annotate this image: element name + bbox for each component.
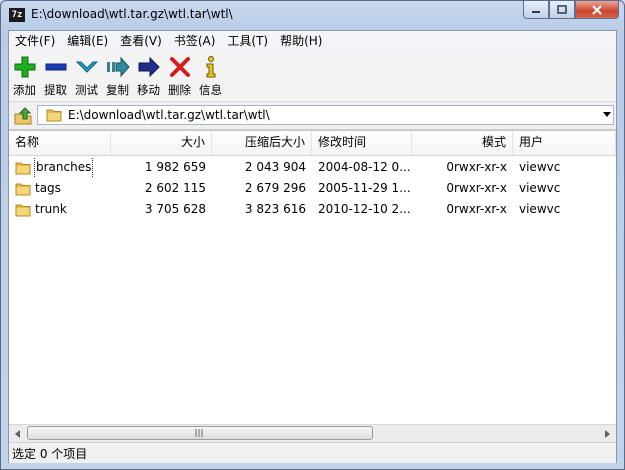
delete-label: 删除 xyxy=(168,83,191,97)
menu-bookmarks[interactable]: 书签(A) xyxy=(168,31,222,51)
extract-label: 提取 xyxy=(44,83,67,97)
status-bar: 选定 0 个项目 xyxy=(9,442,616,463)
delete-button[interactable]: 删除 xyxy=(164,51,195,101)
menu-view[interactable]: 查看(V) xyxy=(114,31,168,51)
chevron-right-icon xyxy=(604,429,610,438)
move-label: 移动 xyxy=(137,83,160,97)
scroll-right-button[interactable] xyxy=(599,425,616,442)
test-icon xyxy=(75,61,98,73)
address-bar: E:\download\wtl.tar.gz\wtl.tar\wtl\ xyxy=(9,102,616,130)
chevron-left-icon xyxy=(14,429,20,438)
menu-edit[interactable]: 编辑(E) xyxy=(61,31,114,51)
add-label: 添加 xyxy=(13,83,36,97)
packed-size-cell: 3 823 616 xyxy=(244,202,306,216)
menu-tools[interactable]: 工具(T) xyxy=(221,31,274,51)
move-button[interactable]: 移动 xyxy=(133,51,164,101)
test-button[interactable]: 测试 xyxy=(71,51,102,101)
extract-icon xyxy=(45,63,66,71)
copy-icon xyxy=(106,56,130,78)
packed-size-cell: 2 043 904 xyxy=(244,160,306,174)
up-arrow-icon xyxy=(14,107,32,125)
horizontal-scrollbar[interactable] xyxy=(9,424,616,442)
scrollbar-thumb[interactable] xyxy=(27,426,373,440)
client-area: 文件(F) 编辑(E) 查看(V) 书签(A) 工具(T) 帮助(H) 添加 提… xyxy=(8,30,617,463)
address-path: E:\download\wtl.tar.gz\wtl.tar\wtl\ xyxy=(68,108,270,122)
packed-size-cell: 2 679 296 xyxy=(244,181,306,195)
user-cell: viewvc xyxy=(519,160,561,174)
folder-icon xyxy=(15,162,31,174)
name-cell: branches xyxy=(9,157,111,178)
delete-icon xyxy=(169,57,190,77)
add-icon xyxy=(14,56,35,78)
title-bar[interactable]: 7z E:\download\wtl.tar.gz\wtl.tar\wtl\ xyxy=(1,1,624,30)
address-input[interactable]: E:\download\wtl.tar.gz\wtl.tar\wtl\ xyxy=(37,105,614,125)
name-cell: trunk xyxy=(9,199,111,220)
folder-icon xyxy=(46,109,62,122)
menu-bar: 文件(F) 编辑(E) 查看(V) 书签(A) 工具(T) 帮助(H) xyxy=(9,31,616,51)
chevron-down-icon[interactable] xyxy=(603,112,611,117)
menu-help[interactable]: 帮助(H) xyxy=(274,31,328,51)
grip-icon xyxy=(195,429,203,437)
up-folder-button[interactable] xyxy=(13,106,33,126)
column-packed-size[interactable]: 压缩后大小 xyxy=(212,131,312,155)
status-text: 选定 0 个项目 xyxy=(12,447,88,461)
column-user[interactable]: 用户 xyxy=(513,131,616,155)
close-icon xyxy=(592,4,602,15)
file-name: branches xyxy=(33,157,94,178)
test-label: 测试 xyxy=(75,83,98,97)
app-icon: 7z xyxy=(9,8,25,22)
menu-file[interactable]: 文件(F) xyxy=(9,31,61,51)
info-icon xyxy=(206,56,215,78)
user-cell: viewvc xyxy=(519,202,561,216)
window-controls xyxy=(523,1,619,20)
minimize-icon xyxy=(532,10,540,13)
info-button[interactable]: 信息 xyxy=(195,51,226,101)
size-cell: 1 982 659 xyxy=(144,160,206,174)
copy-label: 复制 xyxy=(106,83,129,97)
file-name: trunk xyxy=(35,202,67,216)
extract-button[interactable]: 提取 xyxy=(40,51,71,101)
column-mode[interactable]: 模式 xyxy=(412,131,513,155)
name-cell: tags xyxy=(9,178,111,199)
column-size[interactable]: 大小 xyxy=(111,131,212,155)
table-row[interactable]: trunk 3 705 628 3 823 616 2010-12-10 2..… xyxy=(9,199,616,220)
close-button[interactable] xyxy=(575,1,619,19)
column-modified[interactable]: 修改时间 xyxy=(312,131,412,155)
list-header: 名称 大小 压缩后大小 修改时间 模式 用户 xyxy=(9,131,616,156)
app-window: 7z E:\download\wtl.tar.gz\wtl.tar\wtl\ 文… xyxy=(0,0,625,470)
modified-cell: 2004-08-12 0... xyxy=(318,160,411,174)
mode-cell: 0rwxr-xr-x xyxy=(446,160,507,174)
size-cell: 3 705 628 xyxy=(144,202,206,216)
maximize-button[interactable] xyxy=(549,1,575,19)
modified-cell: 2005-11-29 1... xyxy=(318,181,411,195)
maximize-icon xyxy=(557,5,567,14)
scroll-left-button[interactable] xyxy=(9,425,26,442)
size-cell: 2 602 115 xyxy=(144,181,206,195)
window-title: E:\download\wtl.tar.gz\wtl.tar\wtl\ xyxy=(31,7,233,21)
file-name: tags xyxy=(35,181,61,195)
mode-cell: 0rwxr-xr-x xyxy=(446,202,507,216)
copy-button[interactable]: 复制 xyxy=(102,51,133,101)
column-name[interactable]: 名称 xyxy=(9,131,111,155)
move-icon xyxy=(138,56,160,78)
folder-icon xyxy=(15,183,31,195)
table-row[interactable]: branches 1 982 659 2 043 904 2004-08-12 … xyxy=(9,157,616,178)
info-label: 信息 xyxy=(199,83,222,97)
table-row[interactable]: tags 2 602 115 2 679 296 2005-11-29 1...… xyxy=(9,178,616,199)
mode-cell: 0rwxr-xr-x xyxy=(446,181,507,195)
minimize-button[interactable] xyxy=(523,1,549,19)
user-cell: viewvc xyxy=(519,181,561,195)
folder-icon xyxy=(15,204,31,216)
modified-cell: 2010-12-10 2... xyxy=(318,202,411,216)
toolbar: 添加 提取 测试 复制 移动 删除 信息 xyxy=(9,51,616,102)
file-list[interactable]: 名称 大小 压缩后大小 修改时间 模式 用户 branches 1 982 65… xyxy=(9,130,616,442)
add-button[interactable]: 添加 xyxy=(9,51,40,101)
